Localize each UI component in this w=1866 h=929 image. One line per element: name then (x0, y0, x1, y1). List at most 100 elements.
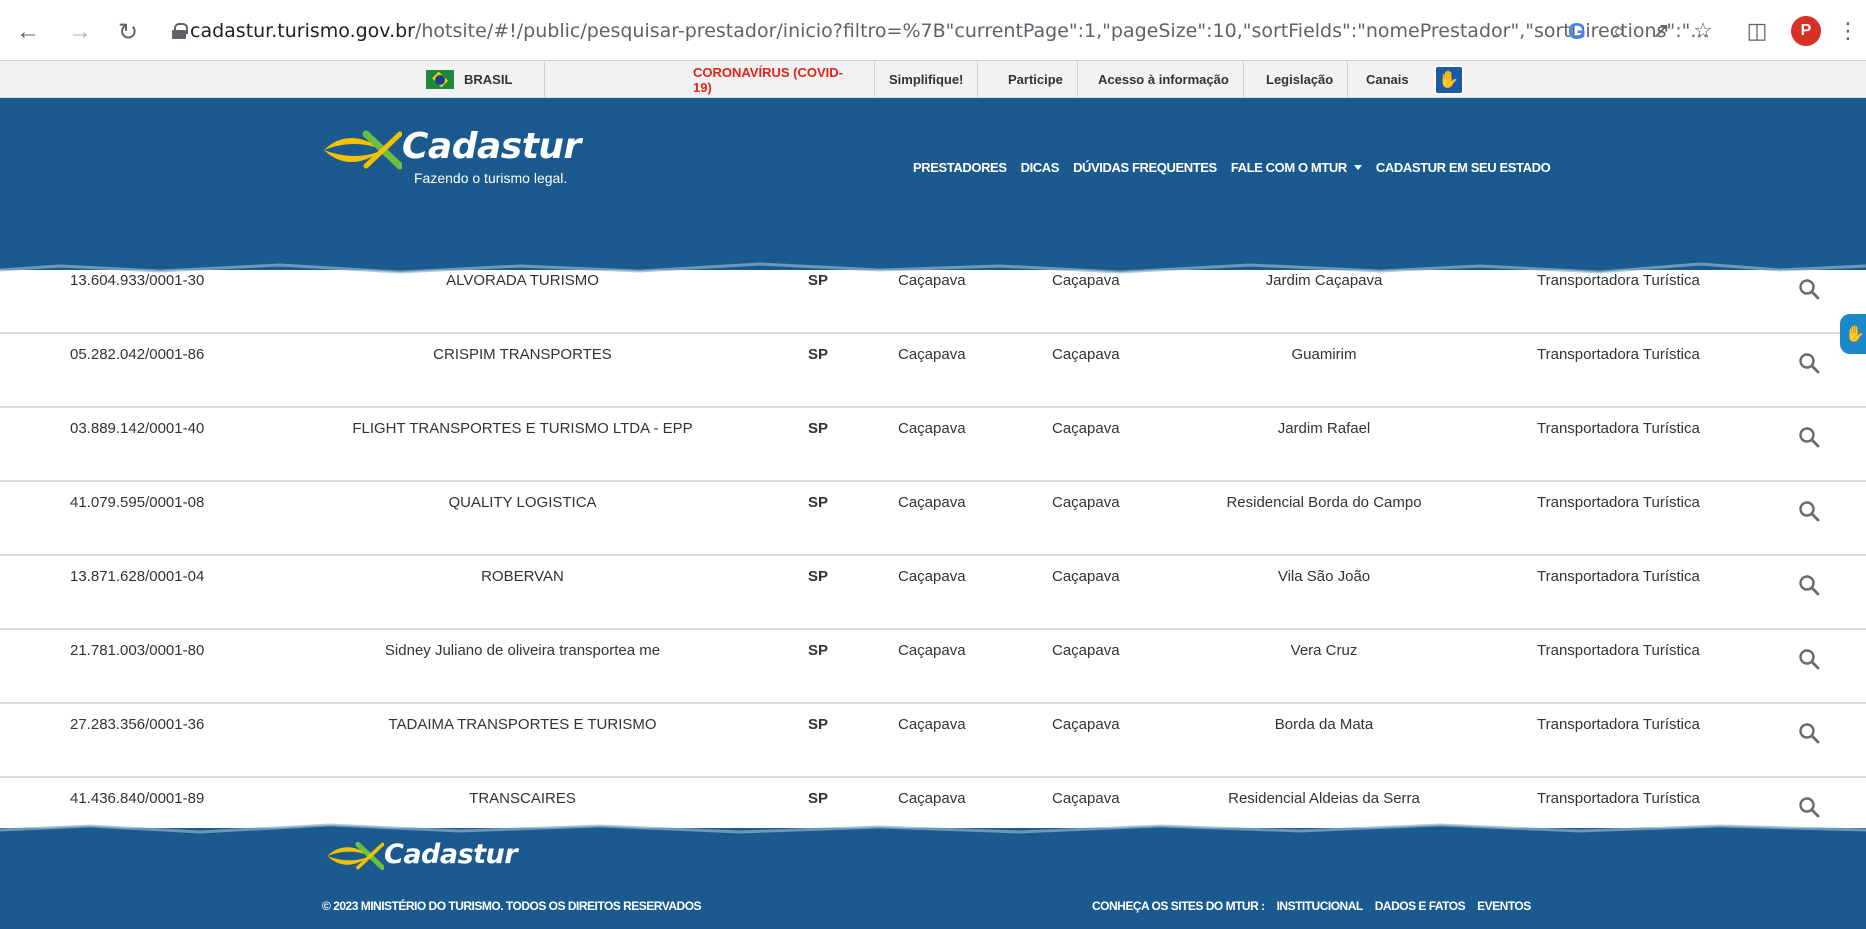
footer-logo-text: Cadastur (384, 839, 518, 870)
table-row: 05.282.042/0001-86 CRISPIM TRANSPORTES SP C… (0, 334, 1866, 408)
menu-kebab-icon[interactable]: ⋮ (1837, 16, 1859, 46)
cell-name: Sidney Juliano de oliveira transportea m… (384, 642, 661, 659)
search-icon[interactable] (1798, 278, 1824, 304)
footer-links: CONHEÇA OS SITES DO MTUR : INSTITUCIONAL… (1092, 899, 1531, 913)
share-icon[interactable]: ↗ (1646, 16, 1676, 46)
table-row: 41.079.595/0001-08 QUALITY LOGISTICA SP Caç… (0, 482, 1866, 556)
bookmark-star-icon[interactable]: ☆ (1688, 16, 1718, 46)
cell-cnpj: 41.079.595/0001-08 (70, 494, 205, 511)
url-domain: cadastur.turismo.gov.br (190, 20, 415, 42)
cell-atividade: Transportadora Turística (1537, 420, 1700, 437)
cell-atividade: Transportadora Turística (1537, 716, 1700, 733)
cell-municipio: Caçapava (898, 642, 966, 659)
search-icon[interactable] (1798, 648, 1824, 674)
cell-bairro: Guamirim (1291, 346, 1357, 363)
google-lens-icon[interactable]: G (1562, 16, 1592, 46)
participe-link[interactable]: Participe (994, 61, 1078, 98)
table-row: 21.781.003/0001-80 Sidney Juliano de oliv… (0, 630, 1866, 704)
sign-language-icon[interactable]: ✋ (1434, 64, 1464, 95)
cell-atividade: Transportadora Turística (1537, 790, 1700, 807)
footer-torn-edge (0, 823, 1866, 840)
nav-fale-com-mtur-label: FALE COM O MTUR (1230, 160, 1347, 175)
canais-link[interactable]: Canais (1352, 61, 1423, 98)
nav-cadastur-estado[interactable]: CADASTUR EM SEU ESTADO (1376, 160, 1551, 175)
cell-cidade: Caçapava (1052, 420, 1120, 437)
nav-dicas[interactable]: DICAS (1021, 160, 1060, 175)
search-icon[interactable] (1798, 352, 1824, 378)
cell-bairro: Jardim Rafael (1277, 420, 1371, 437)
cell-cnpj: 41.436.840/0001-89 (70, 790, 205, 807)
cell-bairro: Residencial Borda do Campo (1226, 494, 1422, 511)
cell-atividade: Transportadora Turística (1537, 346, 1700, 363)
search-icon[interactable] (1798, 500, 1824, 526)
cell-atividade: Transportadora Turística (1537, 272, 1700, 289)
main-nav: PRESTADORES DICAS DÚVIDAS FREQUENTES FAL… (913, 160, 1551, 175)
table-row: 27.283.356/0001-36 TADAIMA TRANSPORTES E … (0, 704, 1866, 778)
cadastur-logo[interactable]: Cadastur Fazendo o turismo legal. (322, 126, 581, 186)
cell-cidade: Caçapava (1052, 568, 1120, 585)
search-icon[interactable] (1798, 722, 1824, 748)
nav-fale-com-mtur[interactable]: FALE COM O MTUR (1231, 160, 1362, 175)
cell-municipio: Caçapava (898, 346, 966, 363)
nav-prestadores[interactable]: PRESTADORES (913, 160, 1007, 175)
table-row: 13.604.933/0001-30 ALVORADA TURISMO SP Caça… (0, 268, 1866, 334)
back-icon[interactable]: ← (14, 18, 42, 46)
cell-cnpj: 05.282.042/0001-86 (70, 346, 205, 363)
search-icon[interactable] (1798, 574, 1824, 600)
side-panel-icon[interactable]: ◫ (1742, 16, 1772, 46)
cell-cnpj: 13.604.933/0001-30 (70, 272, 205, 289)
cell-cnpj: 21.781.003/0001-80 (70, 642, 205, 659)
legislacao-link[interactable]: Legislação (1252, 61, 1349, 98)
footer-sites-label: CONHEÇA OS SITES DO MTUR : (1092, 899, 1265, 913)
cell-municipio: Caçapava (898, 568, 966, 585)
accessibility-hand-icon[interactable]: ✋ (1840, 314, 1866, 354)
cell-uf: SP (808, 716, 829, 733)
zoom-icon[interactable]: ⌕ (1604, 16, 1634, 46)
cell-atividade: Transportadora Turística (1537, 568, 1700, 585)
browser-toolbar: ← → ↻ cadastur.turismo.gov.br/hotsite/#!… (0, 0, 1866, 61)
footer-swoosh-icon (327, 841, 384, 871)
search-icon[interactable] (1798, 426, 1824, 452)
footer-logo[interactable]: Cadastur (326, 839, 518, 872)
cell-name: TRANSCAIRES (469, 790, 576, 807)
brazil-flag-icon (426, 70, 454, 89)
cell-name: FLIGHT TRANSPORTES E TURISMO LTDA - EPP (352, 420, 693, 437)
cell-uf: SP (808, 272, 829, 289)
cell-atividade: Transportadora Turística (1537, 642, 1700, 659)
table-row: 03.889.142/0001-40 FLIGHT TRANSPORTES E T… (0, 408, 1866, 482)
results-table: 13.604.933/0001-30 ALVORADA TURISMO SP Caça… (0, 268, 1866, 828)
forward-icon[interactable]: → (66, 18, 94, 46)
logo-text: Cadastur (402, 126, 581, 167)
table-row: 13.871.628/0001-04 ROBERVAN SP Caçapava Caça… (0, 556, 1866, 630)
footer-link-dados-fatos[interactable]: DADOS E FATOS (1375, 899, 1466, 913)
cell-municipio: Caçapava (898, 272, 966, 289)
simplifique-link[interactable]: Simplifique! (875, 61, 979, 98)
logo-tagline: Fazendo o turismo legal. (414, 170, 568, 186)
brasil-link[interactable]: BRASIL (412, 61, 545, 98)
cell-bairro: Borda da Mata (1274, 716, 1374, 733)
nav-duvidas-frequentes[interactable]: DÚVIDAS FREQUENTES (1073, 160, 1217, 175)
site-header (0, 98, 1866, 270)
cell-bairro: Vera Cruz (1290, 642, 1358, 659)
cell-bairro: Residencial Aldeias da Serra (1228, 790, 1420, 807)
cell-cnpj: 13.871.628/0001-04 (70, 568, 205, 585)
footer-link-institucional[interactable]: INSTITUCIONAL (1277, 899, 1364, 913)
cell-uf: SP (808, 790, 829, 807)
cell-cidade: Caçapava (1052, 494, 1120, 511)
site-footer (0, 828, 1866, 929)
cell-cidade: Caçapava (1052, 716, 1120, 733)
cell-uf: SP (808, 642, 829, 659)
cell-municipio: Caçapava (898, 494, 966, 511)
footer-link-eventos[interactable]: EVENTOS (1477, 899, 1531, 913)
reload-icon[interactable]: ↻ (114, 18, 142, 46)
address-bar[interactable]: cadastur.turismo.gov.br/hotsite/#!/publi… (172, 13, 1707, 49)
cell-name: ALVORADA TURISMO (446, 272, 599, 289)
covid-link[interactable]: CORONAVÍRUS (COVID-19) (679, 61, 875, 98)
acesso-informacao-link[interactable]: Acesso à informação (1084, 61, 1244, 98)
cell-cnpj: 03.889.142/0001-40 (70, 420, 205, 437)
cell-uf: SP (808, 494, 829, 511)
profile-avatar[interactable]: P (1791, 16, 1821, 46)
cell-cidade: Caçapava (1052, 642, 1120, 659)
cell-name: TADAIMA TRANSPORTES E TURISMO (388, 716, 657, 733)
cell-municipio: Caçapava (898, 420, 966, 437)
